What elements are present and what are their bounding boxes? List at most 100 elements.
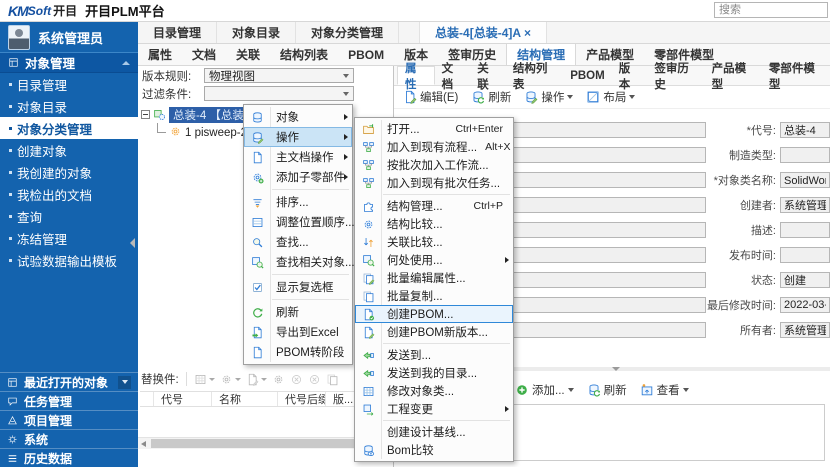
version-rule-select[interactable]: 物理视图 (204, 68, 354, 83)
dropdown-caret-icon[interactable] (567, 95, 573, 99)
tree-expander[interactable] (141, 110, 150, 119)
replace-gear-button[interactable] (220, 373, 241, 386)
detail-tab[interactable]: 签审历史 (647, 66, 704, 85)
submenu-item-join-existing-flow[interactable]: 加入到现有流程... Alt+X (355, 138, 513, 156)
main-tab-object-classify-manage[interactable]: 对象分类管理 (296, 22, 399, 43)
form-value-input[interactable] (780, 147, 830, 163)
table-column-header[interactable]: 代号后缀 (278, 392, 326, 406)
replace-edit-button[interactable] (246, 373, 267, 386)
sidebar-collapse-handle[interactable] (130, 238, 135, 248)
object-tab[interactable]: 结构列表 (270, 44, 338, 65)
add-button[interactable]: 添加... (515, 382, 574, 398)
replace-gear2-button[interactable] (272, 373, 285, 386)
submenu-item-batch-join-workflow[interactable]: 按批次加入工作流... (355, 156, 513, 174)
detail-tab[interactable]: 结构列表 (506, 66, 563, 85)
dropdown-caret-icon[interactable] (683, 388, 689, 392)
dropdown-caret-icon[interactable] (568, 388, 574, 392)
menu-item-operate[interactable]: 操作 (244, 127, 352, 147)
tab-close-icon[interactable]: × (524, 26, 531, 40)
main-tab-zongzhuang-4[interactable]: 总装-4[总装-4]A × (419, 22, 547, 43)
object-tab[interactable]: 文档 (182, 44, 226, 65)
sidebar-item-my-created-objects[interactable]: 我创建的对象 (0, 161, 138, 183)
detail-tab[interactable]: 版本 (612, 66, 648, 85)
sidebar-item-my-checked-out-docs[interactable]: 我检出的文档 (0, 183, 138, 205)
collapse-arrow-icon[interactable] (122, 61, 130, 65)
menu-item-main-doc-operate[interactable]: 主文档操作 (244, 147, 352, 167)
sidebar-item-object-classify-manage[interactable]: 对象分类管理 (0, 117, 138, 139)
sidebar-item-object-catalog[interactable]: 对象目录 (0, 95, 138, 117)
sidebar-section-project-manage[interactable]: 项目管理 (0, 410, 138, 429)
form-value-input[interactable] (780, 122, 830, 138)
replace-add-button[interactable] (194, 373, 215, 386)
object-tab[interactable]: 关联 (226, 44, 270, 65)
sidebar-item-query[interactable]: 查询 (0, 205, 138, 227)
menu-item-add-child-part[interactable]: 添加子零部件 (244, 167, 352, 187)
sidebar-section-history-data[interactable]: 历史数据 (0, 448, 138, 467)
submenu-item-send-to-my-catalog[interactable]: 发送到我的目录... (355, 364, 513, 382)
main-tab-object-catalog[interactable]: 对象目录 (217, 22, 296, 43)
sidebar-item-freeze-manage[interactable]: 冻结管理 (0, 227, 138, 249)
sidebar-section-object-manage[interactable]: 对象管理 (0, 52, 138, 73)
table-column-header[interactable]: 名称 (212, 392, 278, 406)
form-value-input[interactable] (780, 297, 830, 313)
form-value-input[interactable] (780, 197, 830, 213)
operate-button[interactable]: 操作 (524, 89, 573, 105)
submenu-item-bom-compare[interactable]: Bom比较 (355, 441, 513, 459)
scroll-left-icon[interactable] (141, 441, 146, 447)
menu-item-object[interactable]: 对象 (244, 107, 352, 127)
view-button[interactable]: 查看 (640, 382, 689, 398)
row-selector-column[interactable] (140, 392, 154, 406)
filter-select[interactable] (204, 86, 354, 101)
detail-tab[interactable]: 属性 (397, 66, 435, 85)
detail-tab[interactable]: PBOM (563, 66, 612, 85)
menu-item-refresh[interactable]: 刷新 (244, 302, 352, 322)
submenu-item-modify-object-class[interactable]: 修改对象类... (355, 382, 513, 400)
form-value-input[interactable] (780, 322, 830, 338)
menu-item-sort[interactable]: 排序... (244, 192, 352, 212)
object-tab[interactable]: 属性 (138, 44, 182, 65)
replace-cancel-2-button[interactable] (308, 373, 321, 386)
refresh-button[interactable]: 刷新 (471, 89, 511, 105)
menu-item-show-checkbox[interactable]: 显示复选框 (244, 277, 352, 297)
sidebar-item-catalog-manage[interactable]: 目录管理 (0, 73, 138, 95)
sidebar-section-recent-objects[interactable]: 最近打开的对象 (0, 372, 138, 391)
dropdown-caret-icon[interactable] (629, 95, 635, 99)
search-input[interactable] (714, 2, 828, 18)
submenu-item-relation-compare[interactable]: 关联比较... (355, 233, 513, 251)
submenu-item-create-pbom[interactable]: 创建PBOM... (355, 305, 513, 323)
sidebar-section-task-manage[interactable]: 任务管理 (0, 391, 138, 410)
submenu-item-structure-compare[interactable]: 结构比较... (355, 215, 513, 233)
submenu-item-engineering-change[interactable]: 工程变更 (355, 400, 513, 418)
sidebar-item-test-data-output-template[interactable]: 试验数据输出模板 (0, 249, 138, 271)
menu-item-find-related-objects[interactable]: 查找相关对象... (244, 252, 352, 272)
table-column-header[interactable]: 代号 (154, 392, 212, 406)
menu-item-export-to-excel[interactable]: 导出到Excel (244, 322, 352, 342)
submenu-item-create-pbom-new-version[interactable]: 创建PBOM新版本... (355, 323, 513, 341)
table-column-header[interactable]: 版... (326, 392, 356, 406)
submenu-item-open[interactable]: 打开... Ctrl+Enter (355, 120, 513, 138)
main-tab-catalog-manage[interactable]: 目录管理 (138, 22, 217, 43)
edit-button[interactable]: 编辑(E) (403, 89, 458, 105)
sidebar-section-system[interactable]: 系统 (0, 429, 138, 448)
submenu-item-batch-edit-attrs[interactable]: 批量编辑属性... (355, 269, 513, 287)
submenu-item-create-design-baseline[interactable]: 创建设计基线... (355, 423, 513, 441)
detail-tab[interactable]: 产品模型 (705, 66, 762, 85)
form-value-input[interactable] (780, 247, 830, 263)
footer-refresh-button[interactable]: 刷新 (587, 382, 627, 398)
submenu-item-batch-copy[interactable]: 批量复制... (355, 287, 513, 305)
dropdown-caret-icon[interactable] (118, 376, 131, 389)
detail-tab[interactable]: 关联 (470, 66, 506, 85)
menu-item-adjust-position-order[interactable]: 调整位置顺序... (244, 212, 352, 232)
form-value-input[interactable] (780, 172, 830, 188)
detail-tab[interactable]: 文档 (435, 66, 471, 85)
replace-copy-button[interactable] (326, 373, 339, 386)
submenu-item-send-to[interactable]: 发送到... (355, 346, 513, 364)
menu-item-pbom-to-stage[interactable]: PBOM转阶段 (244, 342, 352, 362)
form-value-input[interactable] (780, 222, 830, 238)
detail-tab[interactable]: 零部件模型 (762, 66, 830, 85)
tree-expander[interactable] (157, 123, 166, 133)
submenu-item-join-existing-batch-task[interactable]: 加入到现有批次任务... (355, 174, 513, 192)
submenu-item-structure-manage[interactable]: 结构管理... Ctrl+P (355, 197, 513, 215)
form-value-input[interactable] (780, 272, 830, 288)
submenu-item-where-used[interactable]: 何处使用... (355, 251, 513, 269)
